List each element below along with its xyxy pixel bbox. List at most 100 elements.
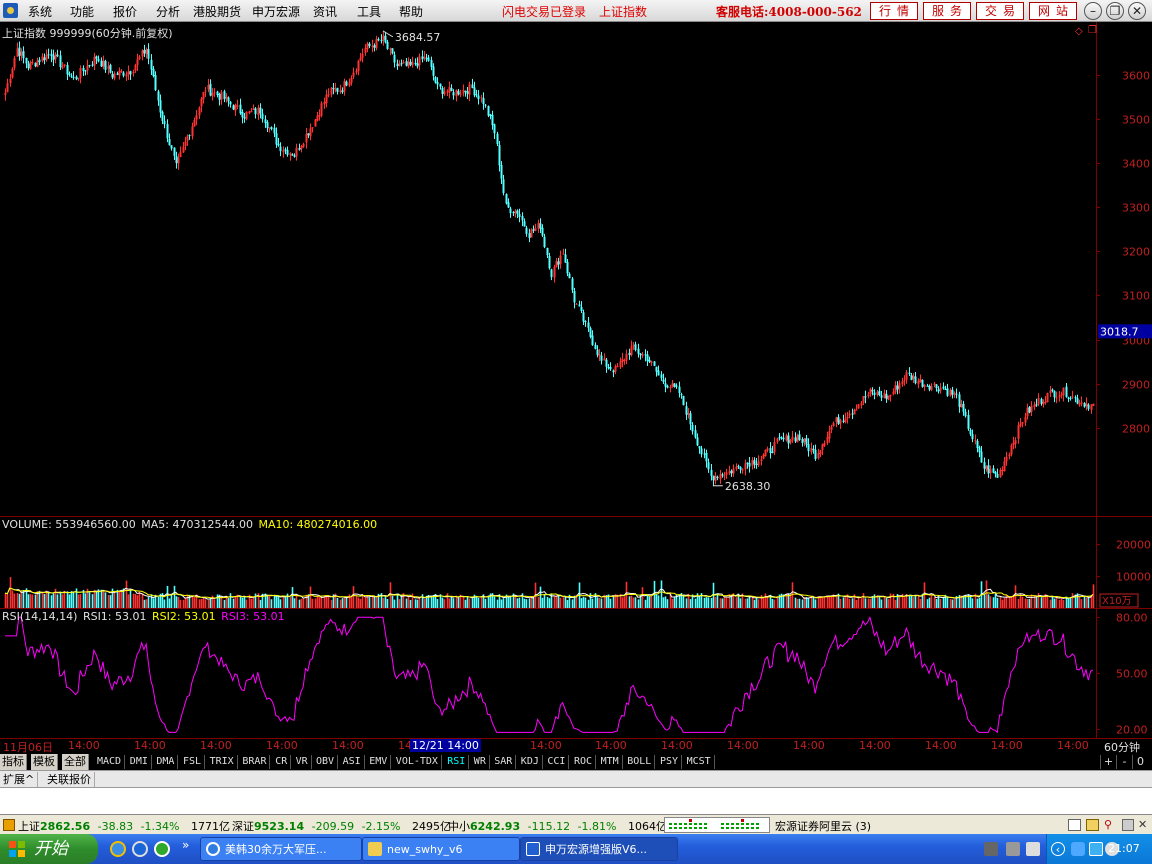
indicator-tab-obv[interactable]: OBV: [313, 755, 339, 769]
server-name[interactable]: 宏源证券阿里云 (3): [775, 818, 871, 834]
windows-taskbar: 开始 » 美韩30余万大军压... new_swhy_v6 申万宏源增强版V6.…: [0, 834, 1152, 864]
trade-button[interactable]: 交易: [976, 2, 1024, 20]
volume-tick-label: 20000: [1116, 539, 1151, 552]
menu-swhy[interactable]: 申万宏源: [252, 3, 300, 20]
pane-diamond-icon[interactable]: ◇: [1075, 26, 1083, 37]
menu-bar: 系统 功能 报价 分析 港股期货 申万宏源 资讯 工具 帮助 闪电交易已登录 上…: [0, 0, 1152, 22]
time-tick: 14:00: [134, 739, 166, 752]
indicator-tab-trix[interactable]: TRIX: [207, 755, 238, 769]
taskbar-item-browser[interactable]: 美韩30余万大军压...: [200, 837, 362, 861]
chart-canvas[interactable]: 3600350034003300320031003000290028002000…: [0, 22, 1152, 738]
tab-templates[interactable]: 模板: [31, 754, 58, 770]
indicator-tab-mcst[interactable]: MCST: [684, 755, 715, 769]
menu-help[interactable]: 帮助: [399, 3, 423, 20]
flash-trade-status[interactable]: 闪电交易已登录: [502, 3, 586, 20]
chrome-icon[interactable]: [132, 841, 148, 857]
rsi1-value: RSI1: 53.01: [82, 610, 147, 623]
indicator-tab-macd[interactable]: MACD: [94, 755, 126, 769]
indicator-tab-fsl[interactable]: FSL: [180, 755, 206, 769]
zoom-out-button[interactable]: -: [1116, 755, 1132, 769]
restore-icon[interactable]: ❐: [1106, 2, 1124, 20]
time-tick: 14:00: [793, 739, 825, 752]
indicator-tab-roc[interactable]: ROC: [571, 755, 597, 769]
start-label: 开始: [34, 839, 68, 859]
tray-app-icon[interactable]: [1006, 842, 1020, 856]
rsi-line: [5, 615, 1094, 734]
taskbar-item-swhy[interactable]: 申万宏源增强版V6...: [520, 837, 678, 861]
indicator-tab-dma[interactable]: DMA: [153, 755, 179, 769]
volume-ma5: MA5: 470312544.00: [141, 518, 253, 531]
time-tick: 14:00: [925, 739, 957, 752]
quicklaunch-more-icon[interactable]: »: [182, 838, 189, 852]
status-sme[interactable]: 中小6242.93 -115.12 -1.81% 1064亿: [448, 818, 667, 834]
ie-icon[interactable]: [110, 841, 126, 857]
menu-system[interactable]: 系统: [28, 3, 52, 20]
market-status-bar: 上证2862.56 -38.83 -1.34% 1771亿 深证9523.14 …: [0, 814, 1152, 834]
tab-expand[interactable]: 扩展^: [0, 772, 39, 787]
close-status-icon[interactable]: ✕: [1138, 818, 1150, 832]
clock: 21:07: [1108, 842, 1140, 855]
tab-all[interactable]: 全部: [62, 754, 89, 770]
tray-expand-icon[interactable]: ‹: [1051, 842, 1065, 856]
quote-button[interactable]: 行情: [870, 2, 918, 20]
start-button[interactable]: 开始: [0, 834, 98, 864]
kline-chart[interactable]: 3600 3500 3400 3300 3200 3100 3000 2900 2800 2000…: [0, 22, 1152, 738]
indicator-tab-psy[interactable]: PSY: [657, 755, 683, 769]
rsi-tick-label: 20.00: [1116, 724, 1148, 737]
service-button[interactable]: 服务: [923, 2, 971, 20]
status-sh[interactable]: 上证2862.56 -38.83 -1.34% 1771亿: [18, 818, 230, 834]
lock-icon[interactable]: [1122, 819, 1134, 831]
low-price-label: 2638.30: [725, 480, 771, 493]
indicator-tab-boll[interactable]: BOLL: [624, 755, 656, 769]
tab-related-quotes[interactable]: 关联报价: [44, 772, 95, 787]
360-browser-icon[interactable]: [154, 841, 170, 857]
tray-input-icon[interactable]: [1026, 842, 1040, 856]
status-sz[interactable]: 深证9523.14 -209.59 -2.15% 2495亿: [232, 818, 451, 834]
tab-indicators[interactable]: 指标: [0, 754, 27, 770]
indicator-tab-sar[interactable]: SAR: [491, 755, 517, 769]
index-status[interactable]: 上证指数: [599, 3, 647, 20]
message-icon[interactable]: [1086, 819, 1099, 831]
menu-hk-futures[interactable]: 港股期货: [193, 3, 241, 20]
close-icon[interactable]: ✕: [1128, 2, 1146, 20]
pane-maximize-icon[interactable]: ❐: [1088, 25, 1097, 36]
keyboard-icon[interactable]: [984, 842, 998, 856]
indicator-tab-wr[interactable]: WR: [471, 755, 490, 769]
minimize-icon[interactable]: –: [1084, 2, 1102, 20]
time-tick: 14:00: [661, 739, 693, 752]
time-tick: 14:00: [1057, 739, 1089, 752]
rsi3-value: RSI3: 53.01: [221, 610, 285, 623]
menu-tools[interactable]: 工具: [357, 3, 381, 20]
notice-icon[interactable]: [1068, 819, 1081, 831]
signal-icon[interactable]: ⚲: [1104, 818, 1118, 832]
menu-analysis[interactable]: 分析: [156, 3, 180, 20]
indicator-tab-asi[interactable]: ASI: [340, 755, 365, 769]
time-tick: 14:00: [727, 739, 759, 752]
time-tick: 14:00: [332, 739, 364, 752]
zoom-in-button[interactable]: +: [1100, 755, 1116, 769]
taskbar-item-folder[interactable]: new_swhy_v6: [362, 837, 520, 861]
indicator-tab-cr[interactable]: CR: [272, 755, 292, 769]
period-selector[interactable]: 60分钟: [1104, 739, 1140, 755]
indicator-tab-kdj[interactable]: KDJ: [518, 755, 543, 769]
browser-window-icon: [206, 842, 220, 856]
indicator-tab-vr[interactable]: VR: [293, 755, 312, 769]
reset-button[interactable]: 0: [1132, 755, 1148, 769]
menu-function[interactable]: 功能: [70, 3, 94, 20]
website-button[interactable]: 网站: [1029, 2, 1077, 20]
security-shield-icon[interactable]: [1089, 842, 1103, 856]
indicator-tab-rsi[interactable]: RSI: [444, 755, 470, 769]
indicator-tab-brar[interactable]: BRAR: [239, 755, 271, 769]
indicator-tab-emv[interactable]: EMV: [366, 755, 392, 769]
status-menu-icon[interactable]: [3, 819, 15, 831]
menu-news[interactable]: 资讯: [313, 3, 337, 20]
indicator-tab-mtm[interactable]: MTM: [598, 755, 623, 769]
indicator-tab-cci[interactable]: CCI: [544, 755, 570, 769]
taskbar-item-label: new_swhy_v6: [387, 843, 463, 856]
service-hotline: 客服电话:4008-000-562: [716, 5, 862, 19]
indicator-tab-vol-tdx[interactable]: VOL-TDX: [393, 755, 442, 769]
indicator-tab-dmi[interactable]: DMI: [127, 755, 152, 769]
menu-quote[interactable]: 报价: [113, 3, 137, 20]
network-icon[interactable]: [1071, 842, 1085, 856]
swhy-app-icon: [526, 842, 540, 856]
